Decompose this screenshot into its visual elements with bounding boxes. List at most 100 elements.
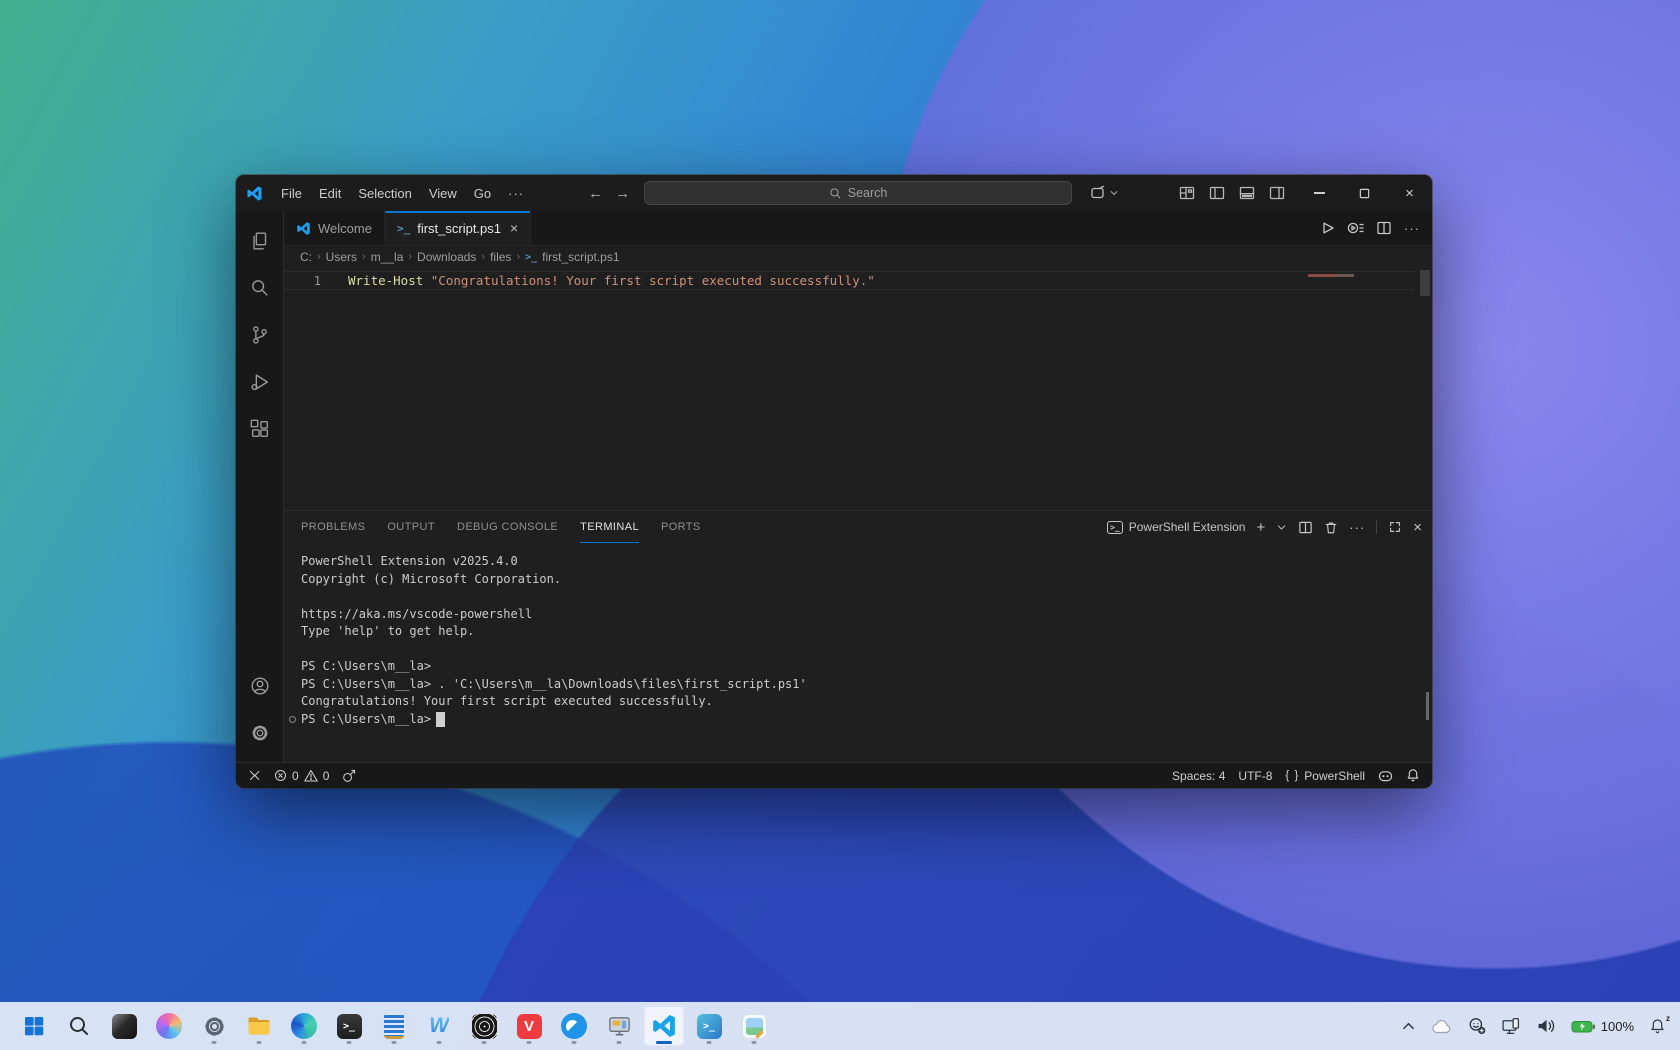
split-terminal-icon[interactable] [1298,520,1313,535]
powershell-app-icon: >_ [696,1013,722,1039]
account-icon[interactable] [236,662,284,709]
customize-layout-icon[interactable] [1179,185,1195,201]
phone-link-icon[interactable] [1501,1017,1521,1035]
breadcrumb-users[interactable]: Users [326,250,357,264]
breadcrumb-downloads[interactable]: Downloads [417,250,476,264]
start-button[interactable] [14,1006,54,1046]
explorer-icon[interactable] [236,217,284,264]
run-with-list-icon[interactable] [1347,220,1364,236]
taskbar-powershell-button[interactable]: >_ [689,1006,729,1046]
taskbar-browser-button[interactable] [554,1006,594,1046]
terminal-output[interactable]: PowerShell Extension v2025.4.0 Copyright… [284,543,1432,762]
problems-status[interactable]: 0 0 [274,769,329,783]
taskbar-vivaldi-button[interactable]: V [509,1006,549,1046]
encoding-status[interactable]: UTF-8 [1238,769,1272,783]
language-mode[interactable]: { } PowerShell [1285,769,1365,783]
taskbar-vscode-button[interactable] [644,1006,684,1046]
bottom-panel: PROBLEMS OUTPUT DEBUG CONSOLE TERMINAL P… [284,510,1432,762]
taskbar-w-app-button[interactable]: W [419,1006,459,1046]
taskbar-striped-app-button[interactable] [374,1006,414,1046]
terminal-scrollbar[interactable] [1426,692,1429,720]
toggle-secondary-sidebar-icon[interactable] [1269,185,1285,201]
taskbar-photos-button[interactable] [734,1006,774,1046]
editor-more-icon[interactable]: ··· [1404,221,1420,236]
tab-debug-console[interactable]: DEBUG CONSOLE [457,511,558,543]
run-file-icon[interactable] [1319,220,1335,236]
copilot-menu-button[interactable] [1090,185,1119,201]
menu-view[interactable]: View [421,182,465,205]
search-sidebar-icon[interactable] [236,264,284,311]
taskbar-app-dark[interactable] [104,1006,144,1046]
breadcrumb-drive[interactable]: C: [300,250,312,264]
command-search-input[interactable]: Search [644,181,1073,205]
editor-scrollbar[interactable] [1420,270,1430,296]
taskbar-search-button[interactable] [59,1006,99,1046]
powershell-session-status[interactable] [342,769,356,783]
copilot-icon [1091,185,1105,199]
breadcrumb-filename[interactable]: first_script.ps1 [542,250,619,264]
maximize-panel-icon[interactable] [1388,520,1402,534]
copilot-status-icon[interactable] [1378,769,1393,783]
tab-terminal[interactable]: TERMINAL [580,511,639,543]
split-editor-icon[interactable] [1376,220,1392,236]
notifications-bell-icon[interactable] [1406,768,1420,783]
taskbar-rings-app-button[interactable] [464,1006,504,1046]
battery-status[interactable]: 100% [1571,1018,1634,1035]
editor-line[interactable]: 1 Write-Host "Congratulations! Your first… [284,271,1414,290]
menu-go[interactable]: Go [466,182,499,205]
indentation-status[interactable]: Spaces: 4 [1172,769,1225,783]
terminal-dropdown-icon[interactable] [1276,522,1287,533]
run-debug-icon[interactable] [236,358,284,405]
code-editor[interactable]: 1 Write-Host "Congratulations! Your first… [284,268,1432,510]
terminal-line: https://aka.ms/vscode-powershell [301,606,533,621]
forward-icon[interactable]: → [609,185,636,202]
toggle-panel-icon[interactable] [1239,185,1255,201]
taskbar-pc-tools-button[interactable] [599,1006,639,1046]
close-panel-icon[interactable]: × [1413,519,1422,536]
close-window-button[interactable]: × [1387,175,1432,211]
vscode-icon [653,1015,675,1037]
command-decoration-icon[interactable] [289,715,296,723]
volume-icon[interactable] [1536,1017,1556,1035]
panel-more-icon[interactable]: ··· [1349,520,1365,535]
terminal-shell-icon: >_ [1107,520,1123,534]
remote-icon [249,770,260,781]
remote-indicator[interactable] [248,769,261,782]
tab-output[interactable]: OUTPUT [387,511,435,543]
extensions-icon[interactable] [236,405,284,452]
menu-file[interactable]: File [273,182,310,205]
terminal-line: Congratulations! Your first script execu… [301,694,713,708]
menu-selection[interactable]: Selection [350,182,419,205]
taskbar-copilot-button[interactable] [149,1006,189,1046]
new-terminal-icon[interactable]: + [1256,519,1265,536]
source-control-icon[interactable] [236,311,284,358]
taskbar-settings-button[interactable] [194,1006,234,1046]
tab-problems[interactable]: PROBLEMS [301,511,365,543]
taskbar-file-explorer-button[interactable] [239,1006,279,1046]
terminal-shell-select[interactable]: >_ PowerShell Extension [1107,520,1245,534]
breadcrumb-user[interactable]: m__la [371,250,404,264]
desktop-wallpaper: File Edit Selection View Go ··· ← → Sear… [0,0,1680,1050]
maximize-button[interactable] [1342,175,1387,211]
tab-welcome[interactable]: Welcome [284,211,385,245]
settings-gear-icon[interactable] [236,709,284,756]
tab-ports[interactable]: PORTS [661,511,701,543]
tab-first-script[interactable]: >_ first_script.ps1 × [384,211,532,245]
taskbar-terminal-button[interactable]: >_ [329,1006,369,1046]
vscode-window: File Edit Selection View Go ··· ← → Sear… [236,175,1432,788]
onedrive-cloud-icon[interactable] [1430,1016,1453,1036]
taskbar-edge-button[interactable] [284,1006,324,1046]
toggle-sidebar-icon[interactable] [1209,185,1225,201]
minimize-button[interactable] [1297,175,1342,211]
menu-edit[interactable]: Edit [311,182,349,205]
breadcrumb-files[interactable]: files [490,250,511,264]
dnd-z-icon: z [1666,1013,1670,1023]
add-person-icon[interactable] [1468,1017,1486,1035]
hidden-icons-chevron-icon[interactable] [1402,1020,1415,1033]
menu-more-icon[interactable]: ··· [500,182,532,205]
tab-close-icon[interactable]: × [510,220,518,236]
back-icon[interactable]: ← [582,185,609,202]
notifications-dnd[interactable]: z [1649,1014,1670,1035]
kill-terminal-icon[interactable] [1324,520,1338,535]
